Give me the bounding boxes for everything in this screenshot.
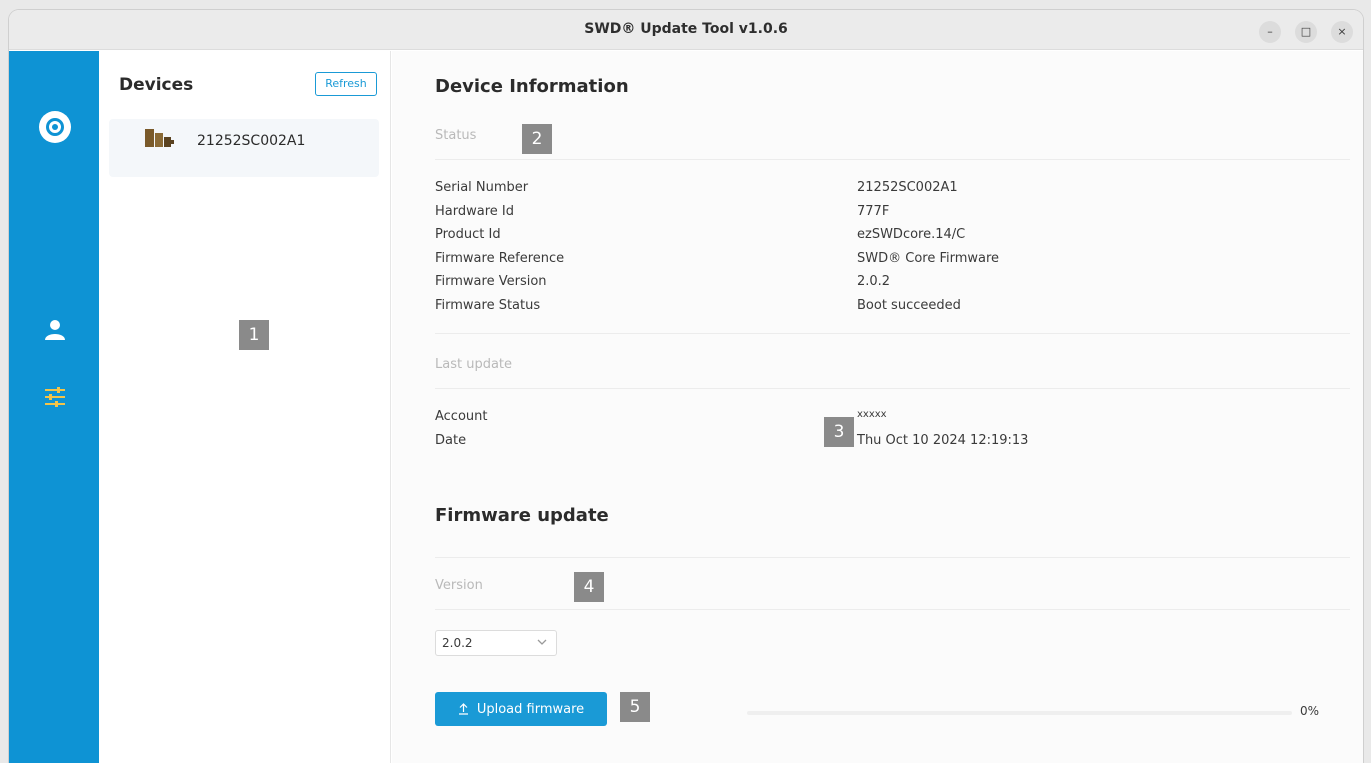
- device-serial-label: 21252SC002A1: [197, 133, 306, 149]
- devices-panel: Devices Refresh 21252SC002A1 1: [99, 51, 391, 763]
- main-content: Device Information Status 2 Serial Numbe…: [392, 51, 1363, 763]
- titlebar: SWD® Update Tool v1.0.6 – □ ×: [9, 10, 1363, 50]
- product-id-value: ezSWDcore.14/C: [857, 227, 966, 242]
- serial-number-value: 21252SC002A1: [857, 180, 958, 195]
- product-id-key: Product Id: [435, 227, 501, 242]
- annotation-badge-3: 3: [824, 417, 854, 447]
- divider: [435, 557, 1350, 558]
- settings-sliders-icon[interactable]: [43, 385, 67, 409]
- annotation-badge-2: 2: [522, 124, 552, 154]
- version-select[interactable]: 2.0.2: [435, 630, 557, 656]
- upload-firmware-button[interactable]: Upload firmware: [435, 692, 607, 726]
- annotation-badge-5: 5: [620, 692, 650, 722]
- device-list-item[interactable]: 21252SC002A1: [109, 119, 379, 177]
- firmware-reference-value: SWD® Core Firmware: [857, 251, 1000, 266]
- device-chip-icon: [145, 129, 174, 147]
- version-label: Version: [435, 578, 483, 593]
- hardware-id-key: Hardware Id: [435, 204, 514, 219]
- maximize-button[interactable]: □: [1295, 21, 1317, 43]
- user-icon[interactable]: [43, 317, 67, 341]
- upload-progress-text: 0%: [1300, 704, 1320, 718]
- firmware-version-value: 2.0.2: [857, 274, 891, 289]
- upload-progress-bar: [747, 711, 1292, 715]
- divider: [435, 609, 1350, 610]
- annotation-badge-1: 1: [239, 320, 269, 350]
- upload-firmware-label: Upload firmware: [476, 701, 585, 717]
- status-label: Status: [435, 128, 477, 143]
- upload-icon: [458, 703, 468, 715]
- nav-rail: [9, 51, 99, 763]
- app-logo-icon[interactable]: [39, 111, 71, 143]
- annotation-badge-4: 4: [574, 572, 604, 602]
- account-value: xxxxx: [857, 409, 887, 420]
- firmware-status-key: Firmware Status: [435, 298, 541, 313]
- refresh-button[interactable]: Refresh: [315, 72, 377, 96]
- date-value: Thu Oct 10 2024 12:19:13: [857, 433, 1029, 448]
- divider: [435, 159, 1350, 160]
- firmware-update-title: Firmware update: [435, 505, 609, 526]
- chevron-down-icon: [537, 639, 547, 645]
- window-title: SWD® Update Tool v1.0.6: [584, 21, 788, 37]
- app-window: SWD® Update Tool v1.0.6 – □ × Devices Re…: [9, 10, 1363, 763]
- minimize-button[interactable]: –: [1259, 21, 1281, 43]
- last-update-label: Last update: [435, 357, 513, 372]
- divider: [435, 388, 1350, 389]
- hardware-id-value: 777F: [857, 204, 890, 219]
- close-button[interactable]: ×: [1331, 21, 1353, 43]
- devices-title: Devices: [119, 75, 194, 95]
- date-key: Date: [435, 433, 467, 448]
- account-key: Account: [435, 409, 488, 424]
- firmware-version-key: Firmware Version: [435, 274, 547, 289]
- serial-number-key: Serial Number: [435, 180, 529, 195]
- firmware-reference-key: Firmware Reference: [435, 251, 565, 266]
- version-select-value: 2.0.2: [442, 636, 473, 650]
- firmware-status-value: Boot succeeded: [857, 298, 961, 313]
- device-info-title: Device Information: [435, 76, 629, 97]
- divider: [435, 333, 1350, 334]
